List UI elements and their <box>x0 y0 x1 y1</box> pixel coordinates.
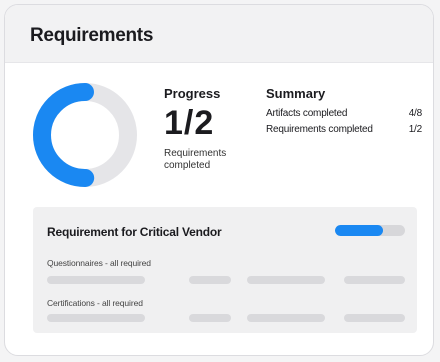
requirement-progress-fill <box>335 225 383 236</box>
summary-row: Artifacts completed 4/8 <box>266 108 422 119</box>
placeholder-line <box>247 314 325 322</box>
requirements-card: Requirements Progress 1/2 Requirements c… <box>4 4 434 356</box>
summary-row-value: 4/8 <box>408 108 423 119</box>
requirement-progress-bar <box>335 225 405 236</box>
requirement-panel: Requirement for Critical Vendor Question… <box>33 207 417 333</box>
placeholder-line <box>189 314 231 322</box>
progress-block: Progress 1/2 Requirements completed <box>164 86 259 172</box>
placeholder-line <box>47 314 145 322</box>
progress-value: 1/2 <box>164 104 215 142</box>
summary-row-value: 1/2 <box>408 124 423 135</box>
requirement-title: Requirement for Critical Vendor <box>47 225 222 239</box>
placeholder-line <box>247 276 325 284</box>
summary-row-label: Artifacts completed <box>266 108 348 119</box>
placeholder-line <box>344 276 405 284</box>
placeholder-line <box>47 276 145 284</box>
summary-row: Requirements completed 1/2 <box>266 124 422 135</box>
progress-subtitle-line2: completed <box>164 160 211 171</box>
progress-donut <box>33 83 137 187</box>
progress-label: Progress <box>164 86 221 101</box>
card-header: Requirements <box>5 5 433 63</box>
summary-title: Summary <box>266 86 326 101</box>
summary-row-label: Requirements completed <box>266 124 373 135</box>
progress-subtitle-line1: Requirements <box>164 148 227 159</box>
placeholder-line <box>189 276 231 284</box>
summary: Summary Artifacts completed 4/8 Requirem… <box>266 86 422 135</box>
section-label-questionnaires: Questionnaires - all required <box>47 258 151 268</box>
section-label-certifications: Certifications - all required <box>47 298 143 308</box>
progress-subtitle: Requirements completed <box>164 148 259 172</box>
placeholder-line <box>344 314 405 322</box>
card-title: Requirements <box>30 25 154 46</box>
